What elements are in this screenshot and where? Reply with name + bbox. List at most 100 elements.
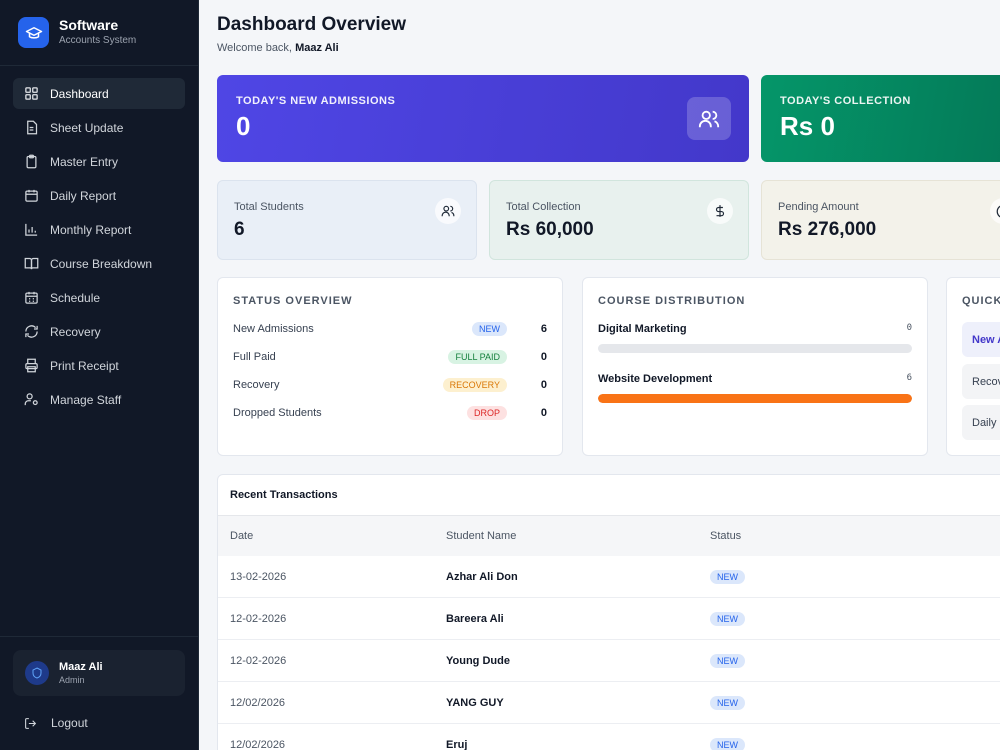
status-badge: NEW	[710, 569, 745, 584]
course-row-website-development: Website Development 6	[598, 373, 912, 403]
pending-amount-value: Rs 276,000	[778, 219, 877, 240]
row-student-name: Young Dude	[446, 654, 510, 667]
sidebar-item-label: Course Breakdown	[50, 256, 153, 271]
new-admissions-card: TODAY'S NEW ADMISSIONS 0	[217, 75, 749, 162]
column-header-status: Status	[710, 530, 742, 542]
recent-transactions-title: Recent Transactions	[218, 475, 1000, 516]
course-row-digital-marketing: Digital Marketing 0	[598, 323, 912, 353]
status-badge: NEW	[710, 611, 745, 626]
status-count: 6	[540, 323, 547, 335]
grid-icon	[25, 87, 38, 100]
sidebar-item-label: Sheet Update	[50, 120, 124, 135]
user-gear-icon	[24, 393, 38, 406]
sidebar-item-label: Manage Staff	[50, 392, 122, 407]
total-students-value: 6	[234, 219, 245, 240]
shield-icon	[32, 667, 42, 679]
total-collection-label: Total Collection	[506, 201, 581, 213]
sidebar-item-daily-report[interactable]: Daily Report	[13, 180, 185, 211]
welcome-name: Maaz Ali	[295, 42, 339, 54]
column-header-date: Date	[230, 530, 254, 542]
sidebar-item-label: Dashboard	[50, 86, 109, 101]
sidebar-item-label: Monthly Report	[50, 222, 132, 237]
status-row-full-paid: Full Paid FULL PAID 0	[233, 347, 547, 367]
sidebar-item-recovery[interactable]: Recovery	[13, 316, 185, 347]
status-badge: NEW	[710, 737, 745, 750]
course-count: 6	[906, 373, 912, 383]
status-count: 0	[540, 407, 547, 419]
sidebar-item-monthly-report[interactable]: Monthly Report	[13, 214, 185, 245]
pending-amount-label: Pending Amount	[778, 201, 859, 213]
brand: Software Accounts System	[0, 0, 198, 66]
sidebar-item-dashboard[interactable]: Dashboard	[13, 78, 185, 109]
brand-subtitle: Accounts System	[59, 35, 137, 46]
users-icon	[435, 198, 461, 224]
user-role: Admin	[59, 675, 85, 685]
sidebar-item-manage-staff[interactable]: Manage Staff	[13, 384, 185, 415]
status-label: Full Paid	[233, 351, 276, 363]
course-count: 0	[906, 323, 912, 333]
total-collection-value: Rs 60,000	[506, 219, 594, 240]
recent-transactions-card: Recent Transactions Date Student Name St…	[217, 474, 1000, 750]
status-badge: NEW	[710, 695, 745, 710]
course-progress-track	[598, 344, 912, 353]
status-badge: RECOVERY	[442, 378, 507, 392]
status-label: Recovery	[233, 379, 280, 391]
table-row[interactable]: 13-02-2026 Azhar Ali Don NEW	[218, 556, 1000, 598]
row-student-name: YANG GUY	[446, 696, 504, 709]
sidebar-item-sheet-update[interactable]: Sheet Update	[13, 112, 185, 143]
sidebar-footer: Maaz Ali Admin Logout	[0, 636, 198, 750]
avatar	[25, 661, 49, 685]
book-icon	[24, 257, 39, 270]
welcome-prefix: Welcome back,	[217, 42, 292, 54]
sidebar-item-course-breakdown[interactable]: Course Breakdown	[13, 248, 185, 279]
page-title: Dashboard Overview	[217, 14, 407, 35]
column-header-student-name: Student Name	[446, 530, 517, 542]
new-admissions-label: TODAY'S NEW ADMISSIONS	[236, 95, 396, 107]
table-row[interactable]: 12-02-2026 Bareera Ali NEW	[218, 598, 1000, 640]
course-name: Digital Marketing	[598, 323, 687, 335]
row-date: 13-02-2026	[230, 570, 287, 583]
bar-chart-icon	[25, 223, 38, 236]
row-student-name: Bareera Ali	[446, 612, 504, 625]
clipboard-icon	[26, 154, 37, 169]
table-row[interactable]: 12/02/2026 YANG GUY NEW	[218, 682, 1000, 724]
logout-button[interactable]: Logout	[13, 710, 185, 736]
total-students-label: Total Students	[234, 201, 304, 213]
row-student-name: Azhar Ali Don	[446, 570, 518, 583]
logout-icon	[25, 717, 37, 729]
course-distribution-title: COURSE DISTRIBUTION	[598, 295, 746, 307]
quick-action-new-admission[interactable]: New A	[962, 322, 1000, 357]
status-overview-title: STATUS OVERVIEW	[233, 295, 353, 307]
quick-action-daily[interactable]: Daily	[962, 405, 1000, 440]
sidebar-item-master-entry[interactable]: Master Entry	[13, 146, 185, 177]
table-row[interactable]: 12-02-2026 Young Dude NEW	[218, 640, 1000, 682]
sidebar-item-schedule[interactable]: Schedule	[13, 282, 185, 313]
course-progress-track	[598, 394, 912, 403]
welcome-text: Welcome back, Maaz Ali	[217, 42, 339, 54]
status-label: New Admissions	[233, 323, 314, 335]
row-date: 12/02/2026	[230, 696, 286, 709]
status-row-new: New Admissions NEW 6	[233, 319, 547, 339]
quick-actions-card: QUICK New A Recov Daily	[946, 277, 1000, 456]
dollar-icon	[707, 198, 733, 224]
todays-collection-label: TODAY'S COLLECTION	[780, 95, 911, 107]
sidebar-item-print-receipt[interactable]: Print Receipt	[13, 350, 185, 381]
pending-amount-card: Pending Amount Rs 276,000	[761, 180, 1000, 260]
calendar-grid-icon	[25, 291, 38, 304]
main-content: Dashboard Overview Welcome back, Maaz Al…	[199, 0, 1000, 750]
row-date: 12/02/2026	[230, 738, 286, 750]
user-card[interactable]: Maaz Ali Admin	[13, 650, 185, 696]
brand-title: Software	[59, 17, 119, 33]
status-row-dropped: Dropped Students DROP 0	[233, 403, 547, 423]
refresh-icon	[25, 325, 38, 338]
row-date: 12-02-2026	[230, 612, 287, 625]
table-row[interactable]: 12/02/2026 Eruj NEW	[218, 724, 1000, 750]
course-distribution-card: COURSE DISTRIBUTION Digital Marketing 0 …	[582, 277, 928, 456]
status-row-recovery: Recovery RECOVERY 0	[233, 375, 547, 395]
status-badge: NEW	[472, 322, 507, 336]
sidebar-nav: Dashboard Sheet Update Master Entry Dail…	[0, 66, 198, 415]
printer-icon	[25, 358, 38, 373]
status-count: 0	[540, 351, 547, 363]
quick-action-recovery[interactable]: Recov	[962, 364, 1000, 399]
table-header: Date Student Name Status	[218, 516, 1000, 556]
